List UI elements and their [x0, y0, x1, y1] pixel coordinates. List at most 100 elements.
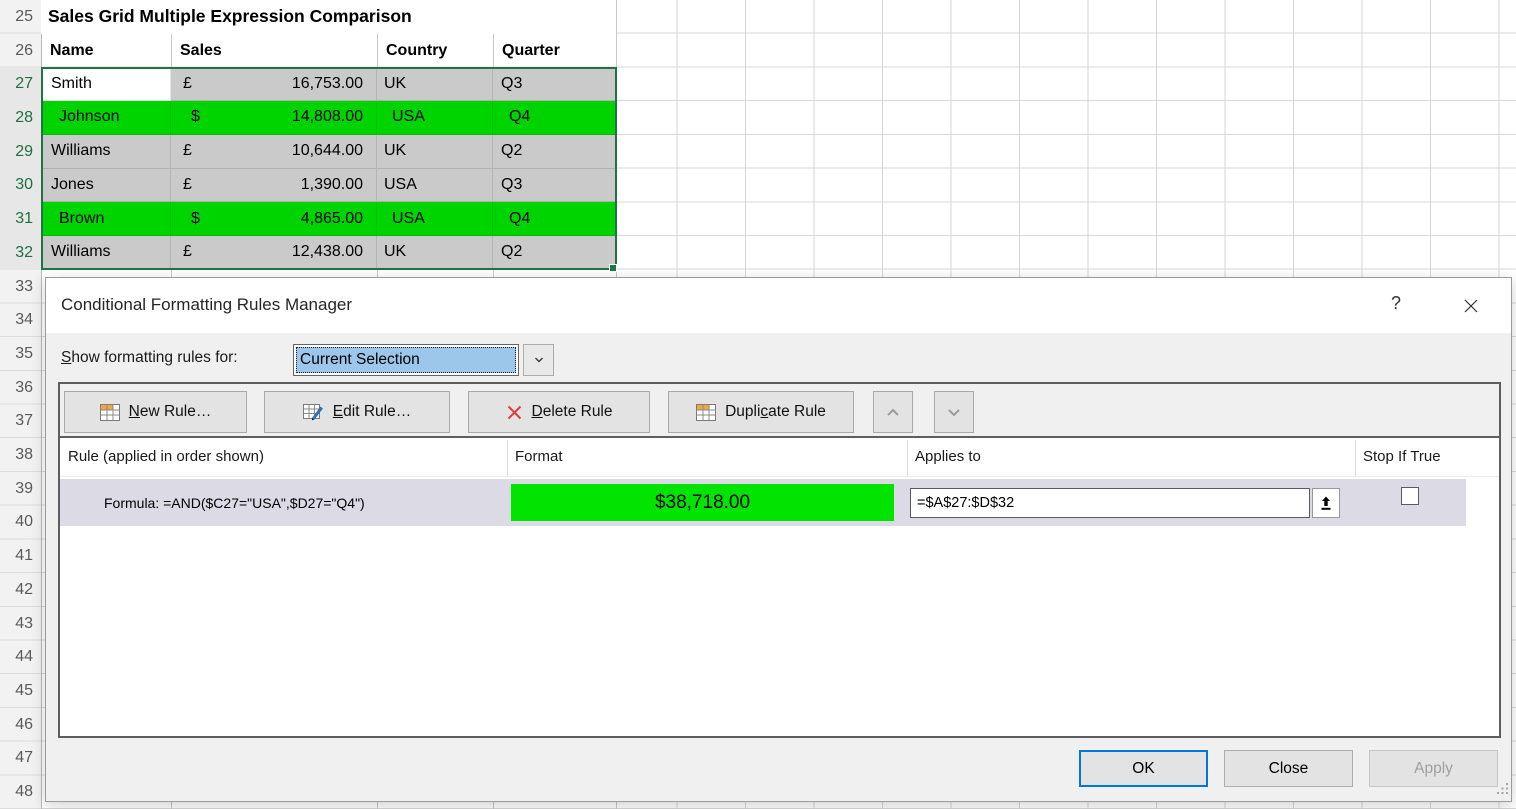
cell-B26[interactable]: Sales	[171, 34, 377, 68]
new-rule-label: New Rule…	[129, 403, 212, 421]
cell-C31[interactable]: USA	[377, 202, 493, 236]
row-header-43[interactable]: 43	[0, 607, 41, 641]
dropdown-value-box[interactable]: Current Selection	[293, 344, 519, 376]
row-header-45[interactable]: 45	[0, 674, 41, 708]
data-row-27: Smith£16,753.00UKQ3	[41, 67, 616, 101]
data-row-30: Jones£1,390.00USAQ3	[41, 169, 616, 203]
new-rule-button[interactable]: New Rule…	[64, 391, 247, 433]
cell-A31[interactable]: Brown	[41, 202, 171, 236]
row-header-44[interactable]: 44	[0, 640, 41, 674]
cell-B32[interactable]: £12,438.00	[171, 236, 377, 270]
edit-rule-label: Edit Rule…	[333, 403, 411, 421]
cell-D31[interactable]: Q4	[493, 202, 616, 236]
delete-rule-button[interactable]: Delete Rule	[468, 391, 650, 433]
cell-D26[interactable]: Quarter	[493, 34, 616, 68]
cell-C29[interactable]: UK	[377, 135, 493, 169]
row-header-40[interactable]: 40	[0, 506, 41, 540]
row-header-47[interactable]: 47	[0, 742, 41, 776]
stop-if-true-checkbox[interactable]	[1401, 487, 1419, 505]
row-header-column: 2526272829303132333435363738394041424344…	[0, 0, 41, 809]
show-rules-dropdown[interactable]: Current Selection	[293, 344, 554, 376]
header-format: Format	[515, 448, 563, 465]
apply-button[interactable]: Apply	[1369, 750, 1498, 787]
move-rule-up-button[interactable]	[873, 391, 913, 433]
move-rule-down-button[interactable]	[934, 391, 974, 433]
cell-A29[interactable]: Williams	[41, 135, 171, 169]
conditional-formatting-rules-manager-dialog: Conditional Formatting Rules Manager ? S…	[45, 277, 1512, 802]
rule-formula: Formula: =AND($C27="USA",$D27="Q4")	[104, 479, 365, 526]
cell-D29[interactable]: Q2	[493, 135, 616, 169]
duplicate-rule-button[interactable]: Duplicate Rule	[668, 391, 854, 433]
row-header-46[interactable]: 46	[0, 708, 41, 742]
header-separator	[507, 440, 508, 476]
rule-format-preview: $38,718.00	[511, 484, 894, 521]
cell-C32[interactable]: UK	[377, 236, 493, 270]
cell-D28[interactable]: Q4	[493, 101, 616, 135]
row-header-42[interactable]: 42	[0, 573, 41, 607]
cell-B29[interactable]: £10,644.00	[171, 135, 377, 169]
edit-rule-button[interactable]: Edit Rule…	[264, 391, 450, 433]
cell-a25[interactable]: Sales Grid Multiple Expression Compariso…	[41, 0, 616, 34]
cell-A27[interactable]: Smith	[41, 67, 171, 101]
row-header-37[interactable]: 37	[0, 405, 41, 439]
row-header-33[interactable]: 33	[0, 270, 41, 304]
row-header-36[interactable]: 36	[0, 371, 41, 405]
row-header-28[interactable]: 28	[0, 101, 41, 135]
cell-A30[interactable]: Jones	[41, 169, 171, 203]
excel-window: 2526272829303132333435363738394041424344…	[0, 0, 1516, 809]
cell-B30[interactable]: £1,390.00	[171, 169, 377, 203]
dialog-close-button[interactable]	[1456, 291, 1486, 321]
applies-to-value: =$A$27:$D$32	[917, 495, 1014, 511]
duplicate-rule-grid-icon	[696, 404, 716, 421]
row-header-48[interactable]: 48	[0, 775, 41, 809]
row-header-32[interactable]: 32	[0, 236, 41, 270]
cell-C26[interactable]: Country	[377, 34, 493, 68]
cell-C28[interactable]: USA	[377, 101, 493, 135]
dropdown-button[interactable]	[523, 344, 554, 376]
sales-amount: 12,438.00	[292, 243, 363, 261]
column-header-row: NameSalesCountryQuarter	[41, 34, 616, 68]
delete-rule-label: Delete Rule	[532, 403, 613, 421]
selection-fill-handle[interactable]	[609, 264, 617, 272]
data-row-29: Williams£10,644.00UKQ2	[41, 135, 616, 169]
row-header-30[interactable]: 30	[0, 169, 41, 203]
sales-amount: 10,644.00	[292, 142, 363, 160]
row-header-29[interactable]: 29	[0, 135, 41, 169]
ok-button[interactable]: OK	[1079, 750, 1208, 787]
row-header-25[interactable]: 25	[0, 0, 41, 34]
cell-C30[interactable]: USA	[377, 169, 493, 203]
dialog-title: Conditional Formatting Rules Manager	[61, 295, 352, 315]
close-button[interactable]: Close	[1224, 750, 1353, 787]
header-applies-to: Applies to	[915, 448, 981, 465]
cell-A32[interactable]: Williams	[41, 236, 171, 270]
cell-B31[interactable]: $4,865.00	[171, 202, 377, 236]
close-icon	[1463, 298, 1479, 314]
row-header-26[interactable]: 26	[0, 34, 41, 68]
cell-B27[interactable]: £16,753.00	[171, 67, 377, 101]
row-header-34[interactable]: 34	[0, 303, 41, 337]
collapse-dialog-button[interactable]	[1312, 488, 1340, 518]
row-header-31[interactable]: 31	[0, 202, 41, 236]
cell-D27[interactable]: Q3	[493, 67, 616, 101]
resize-grip[interactable]	[1496, 782, 1509, 799]
cell-C27[interactable]: UK	[377, 67, 493, 101]
cell-A26[interactable]: Name	[41, 34, 171, 68]
row-header-39[interactable]: 39	[0, 472, 41, 506]
chevron-down-icon	[533, 354, 545, 366]
row-header-41[interactable]: 41	[0, 539, 41, 573]
cell-B28[interactable]: $14,808.00	[171, 101, 377, 135]
row-header-35[interactable]: 35	[0, 337, 41, 371]
sales-amount: 4,865.00	[301, 210, 363, 228]
chevron-up-icon	[885, 406, 901, 419]
cell-A28[interactable]: Johnson	[41, 101, 171, 135]
data-row-28: Johnson$14,808.00USAQ4	[41, 101, 616, 135]
cell-D30[interactable]: Q3	[493, 169, 616, 203]
row-header-38[interactable]: 38	[0, 438, 41, 472]
rule-row[interactable]: Formula: =AND($C27="USA",$D27="Q4") $38,…	[60, 479, 1466, 526]
currency-symbol: $	[191, 210, 200, 228]
cell-D32[interactable]: Q2	[493, 236, 616, 270]
row-header-27[interactable]: 27	[0, 67, 41, 101]
help-button[interactable]: ?	[1383, 293, 1409, 319]
dialog-title-bar[interactable]: Conditional Formatting Rules Manager ?	[46, 278, 1511, 333]
applies-to-input[interactable]: =$A$27:$D$32	[910, 488, 1310, 518]
